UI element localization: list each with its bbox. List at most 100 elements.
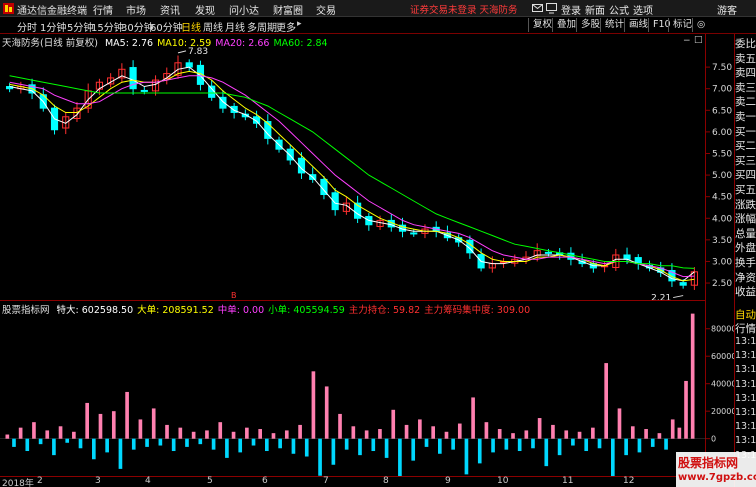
- outflow-bar: [118, 438, 123, 469]
- menu-item-news[interactable]: 资讯: [160, 2, 180, 17]
- time-label: 2018年: [2, 479, 34, 487]
- tab-daily[interactable]: 日线: [181, 19, 201, 34]
- outflow-bar: [251, 438, 256, 446]
- outflow-bar: [424, 438, 429, 447]
- tab-60min[interactable]: 60分钟: [150, 19, 183, 34]
- price-tick-label: 7.00: [712, 85, 732, 95]
- outflow-bar: [664, 438, 668, 450]
- inflow-bar: [577, 431, 582, 439]
- outflow-bar: [411, 438, 416, 461]
- indicator-tick-label: 0: [711, 435, 716, 444]
- ma-line-ma10: [9, 70, 695, 282]
- outflow-bar: [384, 438, 389, 458]
- side-quote-label: 卖二: [735, 96, 756, 109]
- app-logo-icon: [3, 3, 14, 14]
- tab-intraday[interactable]: 分时: [17, 19, 37, 34]
- inflow-bar: [191, 431, 196, 439]
- candle-body: [140, 89, 148, 92]
- candlestick-chart[interactable]: 7.50 7.00 6.50 6.00 5.50 5.00 4.50 4.00 3.50 3.00…: [0, 34, 734, 300]
- tab-5min[interactable]: 5分钟: [67, 19, 93, 34]
- inflow-bar: [18, 427, 23, 439]
- message-icon[interactable]: [532, 3, 543, 14]
- low-pointer: [673, 295, 684, 299]
- options-link[interactable]: 选项: [633, 2, 653, 17]
- price-tick-label: 7.50: [712, 63, 732, 73]
- tab-1min[interactable]: 1分钟: [40, 19, 66, 34]
- side-quote-label: 收益: [735, 286, 756, 299]
- ma-line-ma20: [9, 75, 695, 278]
- inflow-bar: [591, 427, 595, 439]
- side-quote-label: 涨幅: [735, 213, 756, 226]
- time-label: 5: [207, 476, 213, 486]
- inflow-bar: [364, 430, 369, 439]
- guest-label: 游客: [717, 6, 737, 17]
- inflow-bar: [178, 427, 183, 439]
- time-label: 2: [37, 476, 43, 486]
- high-pointer: [177, 50, 187, 54]
- side-quote-label: 买三: [735, 154, 756, 167]
- tab-multi-period[interactable]: 多周期: [247, 19, 277, 34]
- outflow-bar: [318, 438, 322, 476]
- target-icon[interactable]: ◎: [692, 18, 709, 32]
- tick-time: 13:1: [735, 392, 756, 404]
- menu-item-market[interactable]: 市场: [126, 2, 146, 17]
- tab-more[interactable]: 更多: [276, 19, 296, 34]
- side-quote-label: 卖三: [735, 81, 756, 94]
- outflow-bar: [304, 438, 309, 457]
- inflow-bar: [551, 424, 555, 439]
- inflow-bar: [85, 402, 89, 439]
- inflow-bar: [218, 422, 223, 439]
- inflow-bar: [677, 427, 682, 439]
- inflow-bar: [205, 430, 209, 439]
- time-label: 12: [623, 476, 635, 486]
- side-quote-label: 总量: [735, 227, 756, 240]
- screen-icon[interactable]: [546, 3, 557, 14]
- candle-body: [679, 282, 687, 286]
- money-flow-chart[interactable]: 800006000040000200000-20000: [0, 301, 734, 476]
- inflow-bar: [111, 411, 116, 439]
- tab-30min[interactable]: 30分钟: [121, 19, 154, 34]
- watermark-url: www.7gpzb.com: [678, 472, 756, 483]
- menu-item-quotes[interactable]: 行情: [93, 2, 113, 17]
- login-link[interactable]: 登录: [561, 2, 581, 17]
- inflow-bar: [151, 408, 156, 439]
- side-tab-quotes[interactable]: 行情: [735, 321, 756, 336]
- inflow-bar: [511, 433, 515, 439]
- inflow-bar: [657, 433, 662, 439]
- buy-signal-marker: B: [231, 291, 237, 300]
- menu-item-wealth-circle[interactable]: 财富圈: [273, 2, 303, 17]
- inflow-bar: [404, 424, 409, 439]
- more-arrow-icon[interactable]: ▸: [297, 19, 302, 29]
- inflow-bar: [45, 430, 50, 439]
- outflow-bar: [531, 438, 535, 449]
- side-quote-label: 委比: [735, 38, 756, 50]
- menu-item-trade[interactable]: 交易: [316, 2, 336, 17]
- menu-item-ask[interactable]: 问小达: [229, 2, 259, 17]
- time-axis: [0, 476, 706, 487]
- tick-time: 13:1: [735, 378, 756, 390]
- price-tick-label: 3.50: [712, 236, 732, 246]
- tab-monthly[interactable]: 月线: [225, 19, 245, 34]
- formula-link[interactable]: 公式: [609, 2, 629, 17]
- inflow-bar: [564, 430, 569, 439]
- tab-weekly[interactable]: 周线: [203, 19, 223, 34]
- inflow-bar: [444, 431, 449, 439]
- side-quote-label: 涨跌: [735, 198, 756, 211]
- watermark-name: 股票指标网: [678, 456, 739, 470]
- side-tab-auto[interactable]: 自动: [735, 307, 756, 322]
- side-quote-label: 卖一: [735, 111, 756, 123]
- outflow-bar: [105, 438, 109, 453]
- time-label: 9: [445, 476, 451, 486]
- menu-item-discover[interactable]: 发现: [195, 2, 215, 17]
- candle-body: [544, 251, 553, 254]
- tick-time: 13:1: [735, 336, 756, 347]
- new-page-link[interactable]: 新面: [585, 2, 605, 17]
- inflow-bar: [311, 371, 316, 439]
- candle-body: [410, 232, 418, 235]
- time-label: 4: [145, 476, 151, 486]
- tab-15min[interactable]: 15分钟: [91, 19, 124, 34]
- inflow-bar: [5, 434, 10, 439]
- outflow-bar: [158, 438, 163, 446]
- tick-time: 13:1: [735, 421, 756, 433]
- price-tick-label: 3.00: [712, 257, 732, 267]
